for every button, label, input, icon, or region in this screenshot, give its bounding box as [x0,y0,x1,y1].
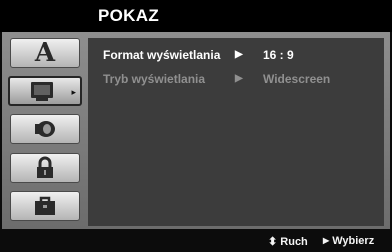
select-hint: ▶ Wybierz [323,235,374,247]
footer-hints: ⬍ Ruch ▶ Wybierz [0,229,392,252]
setting-value: Widescreen [263,72,331,86]
select-arrow-icon: ▶ [323,236,330,245]
display-tab[interactable]: ▸ [8,76,82,106]
menu-title: POKAZ [98,6,159,25]
others-tab[interactable] [10,191,80,221]
audio-tab[interactable] [10,114,80,144]
select-label: Wybierz [332,235,375,247]
monitor-icon [10,78,80,104]
move-hint: ⬍ Ruch [268,235,308,248]
setting-label: Format wyświetlania [103,48,221,62]
settings-panel: Format wyświetlania ▶ 16 : 9 Tryb wyświe… [88,38,384,226]
language-tab[interactable]: A [10,38,80,68]
setting-value: 16 : 9 [263,48,294,62]
selected-tab-arrow: ▸ [71,87,76,97]
padlock-icon [11,154,79,182]
setting-arrow-icon: ▶ [235,73,243,84]
up-down-arrows-icon: ⬍ [268,236,278,248]
speaker-icon [11,115,79,143]
menu-title-bar: POKAZ [0,0,392,32]
lock-tab[interactable] [10,153,80,183]
setting-arrow-icon: ▶ [235,49,243,60]
move-label: Ruch [280,236,308,248]
setting-label: Tryb wyświetlania [103,72,206,86]
setup-sidebar: A ▸ [8,38,86,230]
letter-a-icon: A [34,38,56,68]
briefcase-icon [11,192,79,220]
